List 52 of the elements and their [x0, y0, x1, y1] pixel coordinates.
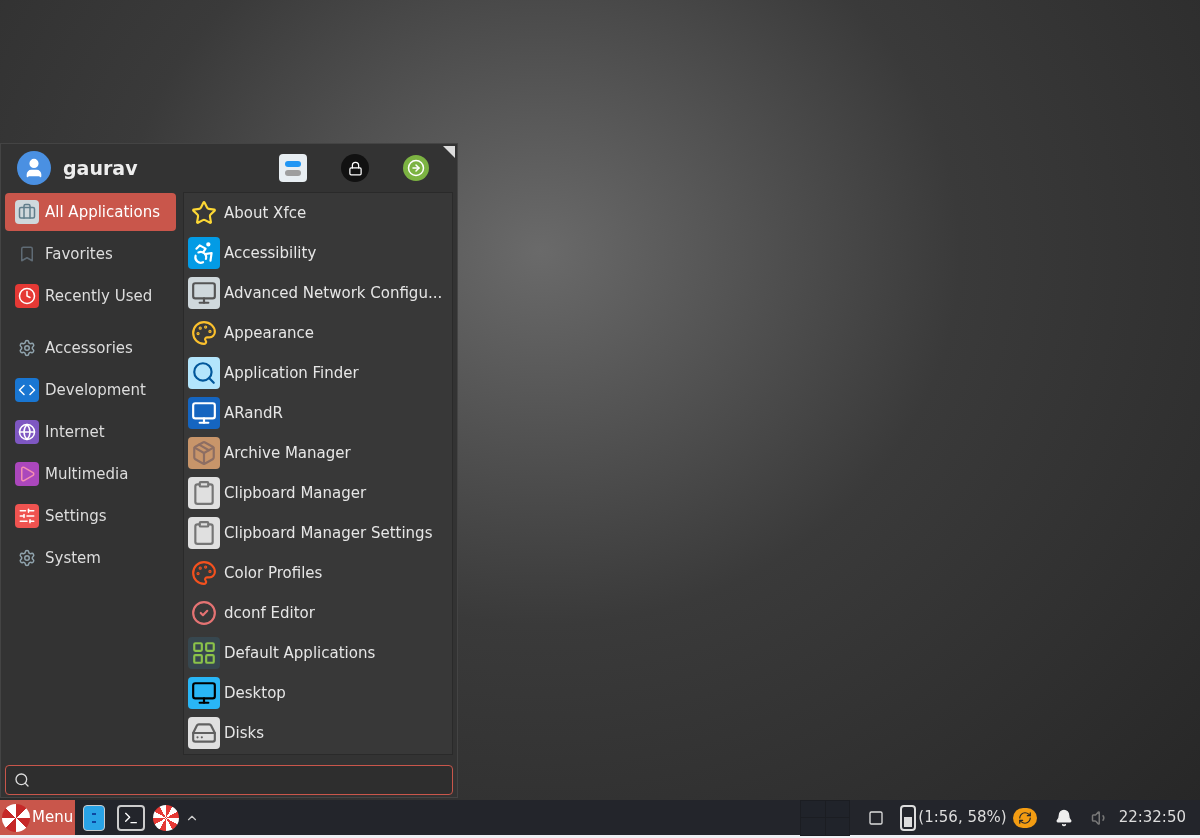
lock-button[interactable]: [341, 154, 369, 182]
tiles-icon: [188, 637, 220, 669]
lock-icon: [347, 160, 363, 176]
category-item[interactable]: System: [5, 539, 176, 577]
workspace-switcher[interactable]: [800, 799, 851, 836]
menu-button[interactable]: Menu: [0, 800, 76, 835]
category-item[interactable]: Settings: [5, 497, 176, 535]
app-item[interactable]: Desktop: [184, 673, 452, 713]
app-item[interactable]: Color Profiles: [184, 553, 452, 593]
category-item[interactable]: Favorites: [5, 235, 176, 273]
sync-arrows-icon: [1017, 810, 1032, 825]
app-item[interactable]: About Xfce: [184, 193, 452, 233]
category-item[interactable]: Internet: [5, 413, 176, 451]
battery-icon[interactable]: [900, 804, 917, 831]
app-item[interactable]: Disks: [184, 713, 452, 753]
candy-icon: [2, 803, 30, 832]
flower-app-button[interactable]: [153, 804, 180, 831]
app-item[interactable]: Advanced Network Configu...: [184, 273, 452, 313]
category-item[interactable]: Multimedia: [5, 455, 176, 493]
category-item[interactable]: Recently Used: [5, 277, 176, 315]
monitor-icon: [188, 397, 220, 429]
category-item[interactable]: Development: [5, 371, 176, 409]
clock[interactable]: 22:32:50: [1118, 806, 1186, 829]
notification-bell-icon[interactable]: [1054, 808, 1073, 827]
monitor-icon: [188, 677, 220, 709]
app-item[interactable]: Clipboard Manager: [184, 473, 452, 513]
app-item[interactable]: ARandR: [184, 393, 452, 433]
window-icon[interactable]: [868, 809, 885, 826]
app-item[interactable]: Default Applications: [184, 633, 452, 673]
app-item[interactable]: Application Finder: [184, 353, 452, 393]
document-icon: [188, 517, 220, 549]
search-field[interactable]: [5, 765, 453, 795]
box-icon: [188, 437, 220, 469]
category-item[interactable]: All Applications: [5, 193, 176, 231]
magnifier-icon: [188, 357, 220, 389]
app-item[interactable]: dconf Editor: [184, 593, 452, 633]
app-item[interactable]: Accessibility: [184, 233, 452, 273]
app-item[interactable]: Archive Manager: [184, 433, 452, 473]
app-item[interactable]: Appearance: [184, 313, 452, 353]
category-item[interactable]: Accessories: [5, 329, 176, 367]
sync-icon[interactable]: [1012, 807, 1037, 828]
search-icon: [14, 772, 30, 788]
corner-handle-icon[interactable]: [443, 146, 455, 158]
battery-reading: (1:56, 58%): [918, 807, 1007, 829]
user-name: gaurav: [63, 155, 138, 181]
logout-button[interactable]: [403, 155, 429, 181]
terminal-button[interactable]: [117, 804, 146, 831]
file-manager-button[interactable]: [83, 804, 106, 831]
app-item[interactable]: Clipboard Manager Settings: [184, 513, 452, 553]
monitor-icon: [188, 277, 220, 309]
document-icon: [188, 477, 220, 509]
settings-toggle-button[interactable]: [279, 154, 307, 182]
